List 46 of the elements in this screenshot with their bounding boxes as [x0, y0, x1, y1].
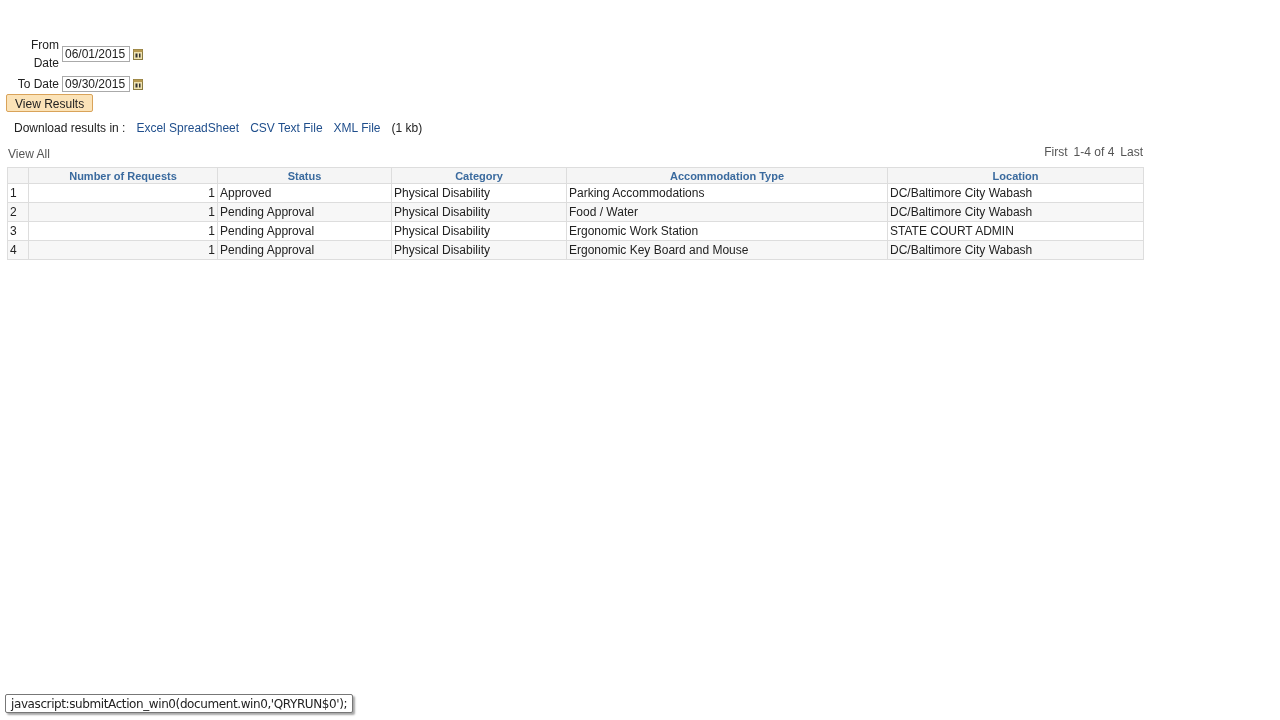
date-label: From Date	[30, 37, 59, 72]
column-header[interactable]: Category	[391, 167, 567, 184]
download-link[interactable]: Excel SpreadSheet	[136, 119, 240, 137]
row-number: 2	[7, 202, 29, 222]
table-cell: Physical Disability	[391, 183, 567, 203]
table-cell: Pending Approval	[217, 240, 392, 260]
table-cell: DC/Baltimore City Wabash	[887, 183, 1144, 203]
row-number: 3	[7, 221, 29, 241]
table-cell: Pending Approval	[217, 221, 392, 241]
column-header[interactable]: Number of Requests	[28, 167, 218, 184]
date-field[interactable]: 06/01/2015	[62, 46, 130, 62]
download-link[interactable]: XML File	[333, 119, 381, 137]
table-cell: Ergonomic Key Board and Mouse	[566, 240, 888, 260]
date-field[interactable]: 09/30/2015	[62, 76, 130, 92]
table-cell: Ergonomic Work Station	[566, 221, 888, 241]
table-cell: DC/Baltimore City Wabash	[887, 240, 1144, 260]
table-cell: 1	[28, 240, 218, 260]
last-link[interactable]: Last	[1120, 143, 1143, 161]
calendar-icon[interactable]	[133, 48, 143, 60]
table-cell: Food / Water	[566, 202, 888, 222]
page-range: 1-4 of 4	[1073, 144, 1115, 161]
table-cell: DC/Baltimore City Wabash	[887, 202, 1144, 222]
first-link[interactable]: First	[1044, 143, 1068, 161]
status-bar-tooltip: javascript:submitAction_win0(document.win0,'QRYRUN$0');	[5, 694, 354, 713]
table-cell: Parking Accommodations	[566, 183, 888, 203]
column-header[interactable]: Status	[217, 167, 392, 184]
table-cell: 1	[28, 183, 218, 203]
table-cell: Physical Disability	[391, 240, 567, 260]
table-cell: STATE COURT ADMIN	[887, 221, 1144, 241]
column-header[interactable]: Accommodation Type	[566, 167, 888, 184]
view-all-link[interactable]: View All	[8, 147, 50, 161]
column-header[interactable]: Location	[887, 167, 1144, 184]
date-label: To Date	[16, 76, 59, 93]
download-link[interactable]: CSV Text File	[250, 119, 323, 137]
calendar-icon[interactable]	[133, 78, 143, 90]
table-cell: Approved	[217, 183, 392, 203]
table-cell: 1	[28, 221, 218, 241]
table-cell: Physical Disability	[391, 221, 567, 241]
table-cell: Pending Approval	[217, 202, 392, 222]
table-cell: Physical Disability	[391, 202, 567, 222]
table-cell: 1	[28, 202, 218, 222]
file-size: (1 kb)	[391, 120, 423, 137]
view-results-button[interactable]: View Results	[6, 94, 94, 112]
row-number: 4	[7, 240, 29, 260]
row-number: 1	[7, 183, 29, 203]
download-label: Download results in :	[14, 120, 126, 137]
